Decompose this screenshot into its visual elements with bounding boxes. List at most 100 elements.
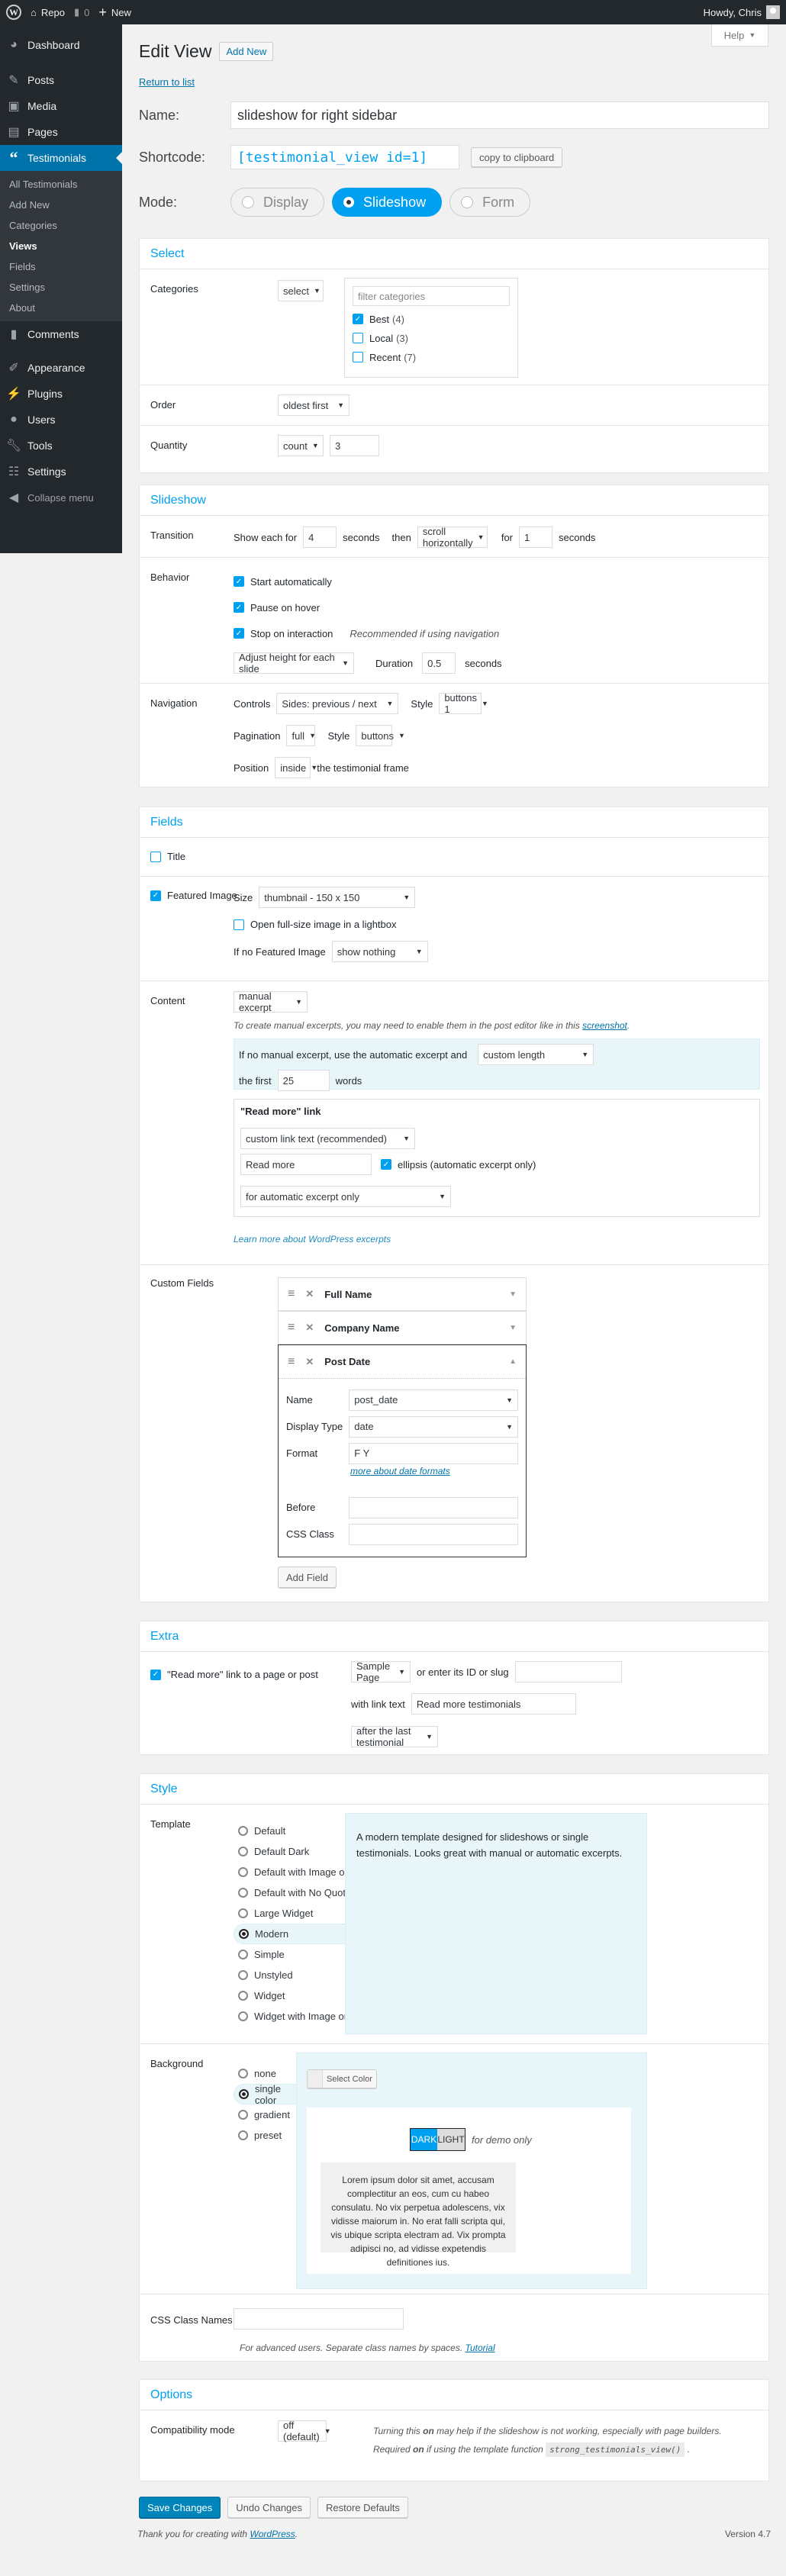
link-text-input[interactable]: Read more testimonials	[411, 1693, 576, 1715]
custom-field-item[interactable]: ≡ ✕ Full Name ▼	[278, 1277, 527, 1311]
category-item[interactable]: Recent (7)	[353, 351, 510, 363]
submenu-categories[interactable]: Categories	[0, 215, 122, 236]
wordpress-logo-icon[interactable]: W	[6, 5, 21, 20]
remove-icon[interactable]: ✕	[305, 1322, 314, 1334]
sidebar-item-pages[interactable]: ▤ Pages	[0, 119, 122, 145]
template-option-selected[interactable]: Modern	[234, 1924, 345, 1944]
filter-categories-input[interactable]: filter categories	[353, 286, 510, 306]
drag-handle-icon[interactable]: ≡	[288, 1287, 295, 1301]
return-to-list-link[interactable]: Return to list	[139, 76, 195, 88]
read-more-page-checkbox[interactable]: ✓ "Read more" link to a page or post	[150, 1669, 318, 1680]
no-image-fallback-select[interactable]: show nothing ▼	[331, 941, 428, 962]
sidebar-item-posts[interactable]: ✎ Posts	[0, 67, 122, 93]
sidebar-item-appearance[interactable]: ✐ Appearance	[0, 355, 122, 381]
lightbox-checkbox[interactable]: Open full-size image in a lightbox	[234, 919, 428, 930]
read-more-when-select[interactable]: for automatic excerpt only ▼	[240, 1186, 451, 1207]
mode-form[interactable]: Form	[449, 188, 531, 217]
stop-on-interaction-checkbox[interactable]: ✓ Stop on interaction Recommended if using…	[234, 626, 502, 640]
submenu-fields[interactable]: Fields	[0, 256, 122, 277]
screenshot-link[interactable]: screenshot	[582, 1020, 627, 1031]
pagination-style-select[interactable]: buttons ▼	[356, 725, 405, 746]
help-tab-button[interactable]: Help ▼	[711, 24, 768, 47]
undo-changes-button[interactable]: Undo Changes	[227, 2497, 311, 2518]
background-option[interactable]: gradient	[234, 2104, 296, 2125]
start-automatically-checkbox[interactable]: ✓ Start automatically	[234, 575, 502, 588]
save-changes-button[interactable]: Save Changes	[139, 2497, 221, 2518]
show-duration-input[interactable]: 4	[303, 526, 337, 548]
add-new-button[interactable]: Add New	[219, 42, 274, 61]
custom-field-item[interactable]: ≡ ✕ Company Name ▼	[278, 1311, 527, 1344]
categories-mode-select[interactable]: select ▼	[278, 280, 324, 301]
category-item[interactable]: Local (3)	[353, 332, 510, 344]
mode-slideshow[interactable]: Slideshow	[332, 188, 443, 217]
site-link[interactable]: ⌂ Repo	[31, 7, 65, 18]
category-item[interactable]: ✓ Best (4)	[353, 313, 510, 325]
tutorial-link[interactable]: Tutorial	[465, 2343, 495, 2353]
sidebar-item-testimonials[interactable]: “Testimonials	[0, 145, 122, 171]
learn-more-excerpts-link[interactable]: Learn more about WordPress excerpts	[234, 1234, 760, 1245]
pause-on-hover-checkbox[interactable]: ✓ Pause on hover	[234, 601, 502, 614]
cf-before-input[interactable]	[349, 1496, 518, 1518]
content-type-select[interactable]: manual excerpt ▼	[234, 990, 308, 1013]
caret-down-icon[interactable]: ▼	[509, 1290, 517, 1299]
date-formats-link[interactable]: more about date formats	[350, 1466, 450, 1476]
height-duration-input[interactable]: 0.5	[422, 652, 456, 674]
submenu-views[interactable]: Views	[0, 236, 122, 256]
drag-handle-icon[interactable]: ≡	[288, 1321, 295, 1335]
drag-handle-icon[interactable]: ≡	[288, 1355, 295, 1369]
light-toggle-button[interactable]: LIGHT	[437, 2129, 465, 2150]
read-more-mode-select[interactable]: custom link text (recommended) ▼	[240, 1128, 415, 1149]
select-color-button[interactable]: Select Color	[307, 2069, 377, 2088]
add-field-button[interactable]: Add Field	[278, 1567, 337, 1588]
custom-field-item[interactable]: ≡ ✕ Post Date ▲	[279, 1345, 526, 1379]
submenu-about[interactable]: About	[0, 298, 122, 318]
transition-effect-select[interactable]: scroll horizontally ▼	[417, 526, 488, 549]
dark-light-toggle[interactable]: DARK LIGHT	[410, 2128, 465, 2151]
pagination-select[interactable]: full ▼	[286, 725, 316, 746]
new-content-link[interactable]: + New	[98, 5, 131, 21]
background-option[interactable]: preset	[234, 2125, 296, 2146]
sidebar-item-tools[interactable]: 🔧︎ Tools	[0, 433, 122, 459]
comments-link[interactable]: ▮ 0	[74, 6, 89, 18]
submenu-settings[interactable]: Settings	[0, 277, 122, 298]
excerpt-words-input[interactable]: 25	[277, 1070, 330, 1091]
effect-duration-input[interactable]: 1	[519, 526, 553, 548]
ellipsis-checkbox[interactable]: ✓ ellipsis (automatic excerpt only)	[381, 1159, 536, 1170]
dark-toggle-button[interactable]: DARK	[411, 2129, 437, 2150]
submenu-all-testimonials[interactable]: All Testimonials	[0, 174, 122, 195]
page-slug-input[interactable]	[514, 1661, 622, 1682]
css-class-names-input[interactable]	[234, 2308, 404, 2330]
cf-display-type-select[interactable]: date ▼	[349, 1415, 518, 1438]
background-option[interactable]: none	[234, 2063, 296, 2084]
title-field-checkbox[interactable]: Title	[150, 851, 185, 862]
controls-style-select[interactable]: buttons 1 ▼	[439, 692, 488, 715]
quantity-mode-select[interactable]: count ▼	[278, 435, 324, 456]
sidebar-item-dashboard[interactable]: ◕ Dashboard	[0, 32, 122, 58]
quantity-input[interactable]: 3	[330, 435, 379, 456]
background-option-selected[interactable]: single color	[234, 2083, 296, 2106]
controls-select[interactable]: Sides: previous / next ▼	[276, 693, 399, 714]
sidebar-item-media[interactable]: ▣ Media	[0, 93, 122, 119]
cf-name-select[interactable]: post_date ▼	[349, 1389, 518, 1411]
position-select[interactable]: inside ▼	[275, 757, 317, 778]
collapse-menu-button[interactable]: ◀ Collapse menu	[0, 485, 122, 510]
wordpress-link[interactable]: WordPress	[250, 2529, 295, 2539]
compatibility-mode-select[interactable]: off (default) ▼	[278, 2420, 331, 2442]
image-size-select[interactable]: thumbnail - 150 x 150 ▼	[259, 887, 416, 908]
read-more-text-input[interactable]: Read more	[240, 1154, 372, 1175]
excerpt-length-select[interactable]: custom length ▼	[478, 1044, 594, 1065]
caret-up-icon[interactable]: ▲	[509, 1357, 517, 1366]
mode-display[interactable]: Display	[230, 188, 325, 217]
read-more-page-select[interactable]: Sample Page ▼	[351, 1660, 411, 1683]
sidebar-item-settings[interactable]: ☷ Settings	[0, 459, 122, 485]
featured-image-checkbox[interactable]: ✓ Featured Image	[150, 890, 237, 901]
submenu-add-new[interactable]: Add New	[0, 195, 122, 215]
remove-icon[interactable]: ✕	[305, 1356, 314, 1368]
cf-css-class-input[interactable]	[349, 1523, 518, 1545]
link-placement-select[interactable]: after the last testimonial ▼	[351, 1725, 438, 1748]
sidebar-item-users[interactable]: ● Users	[0, 407, 122, 433]
order-select[interactable]: oldest first ▼	[278, 394, 350, 416]
view-name-input[interactable]: slideshow for right sidebar	[230, 101, 769, 129]
sidebar-item-comments[interactable]: ▮ Comments	[0, 321, 122, 347]
restore-defaults-button[interactable]: Restore Defaults	[317, 2497, 408, 2518]
